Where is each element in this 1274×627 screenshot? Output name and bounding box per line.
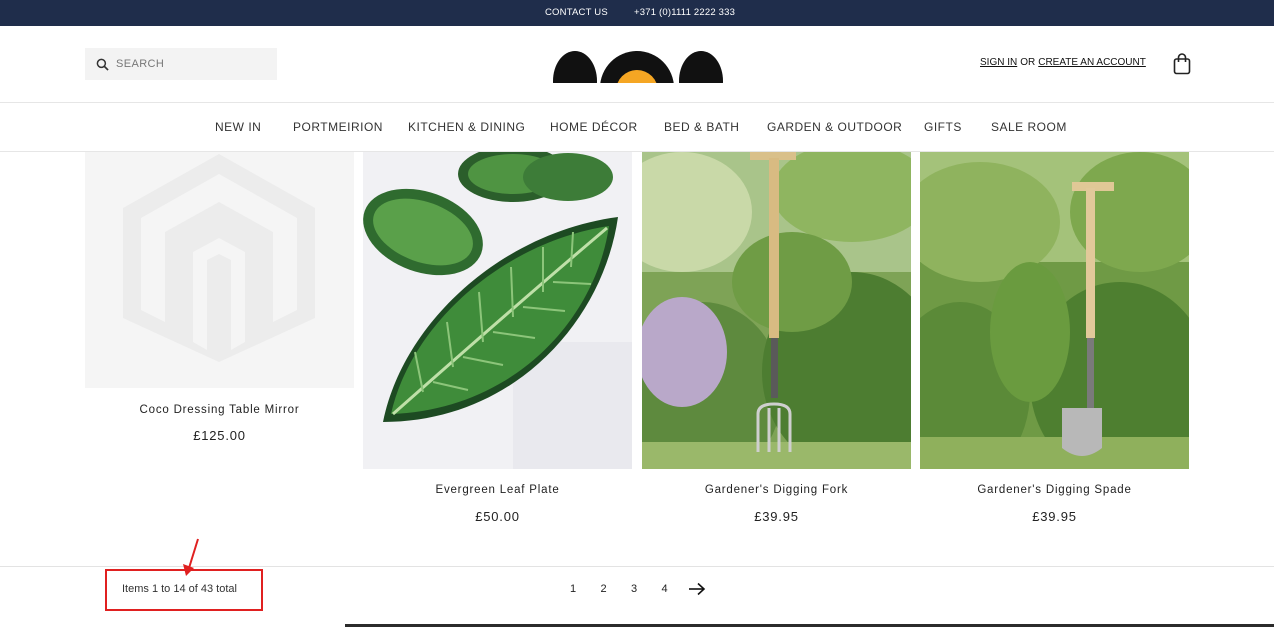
product-price: £125.00 [193,428,246,443]
nav-item-sale-room[interactable]: SALE ROOM [991,120,1067,134]
nav-item-gifts[interactable]: GIFTS [924,120,962,134]
site-header: SIGN INORCREATE AN ACCOUNT [0,26,1274,103]
or-text: OR [1020,57,1036,68]
product-price: £50.00 [475,509,520,524]
product-card[interactable]: Gardener's Digging Spade £39.95 [920,152,1189,532]
nav-item-kitchen-dining[interactable]: KITCHEN & DINING [408,120,525,134]
product-card[interactable]: Coco Dressing Table Mirror £125.00 [85,152,354,452]
product-name[interactable]: Coco Dressing Table Mirror [85,404,354,416]
product-name[interactable]: Gardener's Digging Fork [642,484,911,496]
nav-item-home-decor[interactable]: HOME DÉCOR [550,120,638,134]
main-navigation: NEW IN PORTMEIRION KITCHEN & DINING HOME… [0,103,1274,152]
nav-item-portmeirion[interactable]: PORTMEIRION [293,120,383,134]
create-account-link[interactable]: CREATE AN ACCOUNT [1038,57,1146,68]
search-icon [96,58,109,71]
sign-in-link[interactable]: SIGN IN [980,57,1017,68]
page-1-link[interactable]: 1 [566,583,597,595]
product-price: £39.95 [754,509,799,524]
product-name[interactable]: Gardener's Digging Spade [920,484,1189,496]
page-4-link[interactable]: 4 [658,583,689,595]
nav-item-bed-bath[interactable]: BED & BATH [664,120,739,134]
product-price: £39.95 [1032,509,1077,524]
search-box[interactable] [85,48,277,80]
account-links: SIGN IN OR CREATE AN ACCOUNT [980,57,1146,68]
product-image[interactable] [642,152,911,469]
search-input[interactable] [116,58,266,70]
product-card[interactable]: Evergreen Leaf Plate £50.00 [363,152,632,532]
product-image[interactable] [920,152,1189,469]
annotation-arrow-icon [183,538,199,576]
product-image[interactable] [363,152,632,469]
contact-us-link[interactable]: CONTACT US [545,7,608,18]
arrow-right-icon[interactable] [688,582,706,596]
page-2-link[interactable]: 2 [597,583,628,595]
toolbar-amount: Items 1 to 14 of 43 total [122,583,237,595]
product-card[interactable]: Gardener's Digging Fork £39.95 [642,152,911,532]
top-bar: CONTACT US +371 (0)1111 2222 333 [0,0,1274,26]
page-3-link[interactable]: 3 [627,583,658,595]
phone-number[interactable]: +371 (0)1111 2222 333 [634,7,735,18]
pagination: 1 2 3 4 [566,582,706,596]
nav-item-new-in[interactable]: NEW IN [215,120,261,134]
site-logo[interactable] [553,51,723,83]
nav-item-garden-outdoor[interactable]: GARDEN & OUTDOOR [767,120,902,134]
product-image-placeholder[interactable] [85,152,354,388]
shopping-bag-icon[interactable] [1173,53,1191,75]
product-name[interactable]: Evergreen Leaf Plate [363,484,632,496]
